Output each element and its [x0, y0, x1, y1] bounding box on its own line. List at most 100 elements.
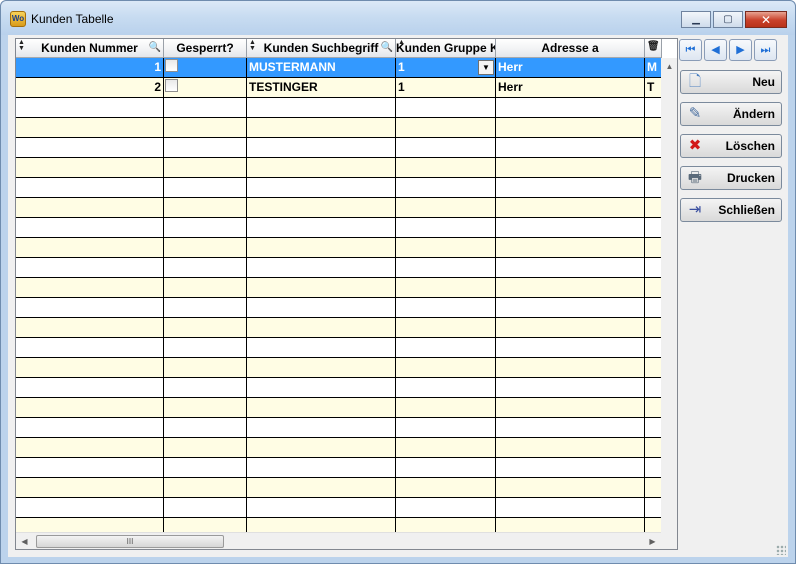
table-row[interactable] [16, 318, 662, 338]
sort-icon[interactable]: ▲ [398, 39, 405, 46]
drucken-button[interactable]: 🖶 Drucken [680, 166, 782, 190]
table-row[interactable] [16, 198, 662, 218]
table-cell[interactable] [496, 318, 645, 337]
table-cell[interactable] [247, 138, 396, 157]
table-cell[interactable] [164, 398, 247, 417]
table-row[interactable]: 1 MUSTERMANN 1 ▼ Herr M [16, 58, 662, 78]
table-cell[interactable] [645, 458, 662, 477]
table-cell[interactable] [247, 458, 396, 477]
table-cell[interactable]: 1 [16, 58, 164, 77]
table-cell[interactable]: MUSTERMANN [247, 58, 396, 77]
table-cell[interactable] [496, 158, 645, 177]
table-cell[interactable] [396, 138, 496, 157]
next-record-button[interactable]: ▶ [729, 39, 752, 61]
table-cell[interactable] [164, 98, 247, 117]
table-cell[interactable] [496, 478, 645, 497]
customer-table[interactable]: Kunden Nummer ▲ ▼ 🔍 Gesperrt? Kunden Suchbegr… [15, 38, 678, 550]
table-cell[interactable] [247, 178, 396, 197]
table-cell[interactable] [496, 98, 645, 117]
resize-grip[interactable] [776, 545, 786, 555]
sort-icon[interactable]: ▲ ▼ [18, 39, 25, 52]
table-row[interactable] [16, 178, 662, 198]
table-cell[interactable] [16, 358, 164, 377]
table-row[interactable] [16, 258, 662, 278]
table-row[interactable]: 2 TESTINGER 1 Herr T [16, 78, 662, 98]
table-cell[interactable] [645, 398, 662, 417]
table-row[interactable] [16, 298, 662, 318]
table-cell[interactable] [396, 498, 496, 517]
table-cell[interactable] [396, 118, 496, 137]
table-cell[interactable] [164, 498, 247, 517]
table-cell[interactable] [164, 338, 247, 357]
table-cell[interactable] [496, 258, 645, 277]
table-cell[interactable] [247, 298, 396, 317]
table-cell[interactable] [164, 438, 247, 457]
table-cell[interactable] [164, 78, 247, 97]
close-button[interactable]: ✕ [745, 11, 787, 28]
table-row[interactable] [16, 378, 662, 398]
last-record-button[interactable]: ⏭ [754, 39, 777, 61]
table-cell[interactable] [645, 238, 662, 257]
table-row[interactable] [16, 398, 662, 418]
table-cell[interactable] [164, 278, 247, 297]
table-cell[interactable] [496, 198, 645, 217]
table-cell[interactable] [496, 138, 645, 157]
minimize-button[interactable]: ▁ [681, 11, 711, 28]
gesperrt-checkbox[interactable] [165, 79, 178, 92]
table-cell[interactable] [164, 198, 247, 217]
table-cell[interactable] [16, 378, 164, 397]
column-header-5[interactable]: 🗑 [645, 39, 662, 58]
search-icon[interactable]: 🔍 [149, 43, 161, 53]
table-cell[interactable] [496, 118, 645, 137]
table-cell[interactable] [16, 138, 164, 157]
table-cell[interactable] [16, 118, 164, 137]
scroll-up-arrow-icon[interactable]: ▲ [661, 58, 677, 75]
table-cell[interactable] [16, 198, 164, 217]
neu-button[interactable]: 🗋 Neu [680, 70, 782, 94]
table-cell[interactable] [164, 118, 247, 137]
table-cell[interactable] [396, 378, 496, 397]
maximize-button[interactable]: ▢ [713, 11, 743, 28]
table-cell[interactable] [645, 138, 662, 157]
table-cell[interactable] [645, 258, 662, 277]
table-cell[interactable] [164, 138, 247, 157]
column-header-1[interactable]: Gesperrt? [164, 39, 247, 58]
table-cell[interactable] [645, 358, 662, 377]
table-cell[interactable] [645, 438, 662, 457]
table-cell[interactable] [247, 338, 396, 357]
trash-icon[interactable]: 🗑 [647, 41, 660, 53]
table-cell[interactable] [396, 218, 496, 237]
table-cell[interactable] [247, 498, 396, 517]
table-cell[interactable] [16, 98, 164, 117]
table-cell[interactable] [16, 478, 164, 497]
sort-icon[interactable]: ▲ ▼ [249, 39, 256, 52]
table-cell[interactable] [16, 418, 164, 437]
table-cell[interactable] [16, 438, 164, 457]
table-cell[interactable] [645, 158, 662, 177]
table-cell[interactable]: TESTINGER [247, 78, 396, 97]
table-cell[interactable] [645, 218, 662, 237]
table-cell[interactable] [396, 338, 496, 357]
table-cell[interactable] [645, 278, 662, 297]
table-cell[interactable] [396, 258, 496, 277]
table-cell[interactable] [396, 158, 496, 177]
table-cell[interactable]: Herr [496, 58, 645, 77]
table-cell[interactable]: 2 [16, 78, 164, 97]
table-cell[interactable] [396, 198, 496, 217]
table-cell[interactable] [396, 418, 496, 437]
table-row[interactable] [16, 158, 662, 178]
table-cell[interactable] [396, 98, 496, 117]
table-cell[interactable] [16, 298, 164, 317]
scroll-right-arrow-icon[interactable]: ▶ [644, 533, 661, 549]
table-row[interactable] [16, 118, 662, 138]
table-cell[interactable] [396, 238, 496, 257]
table-cell[interactable] [164, 218, 247, 237]
table-cell[interactable] [396, 318, 496, 337]
table-cell[interactable] [16, 338, 164, 357]
table-row[interactable] [16, 418, 662, 438]
table-cell[interactable] [396, 278, 496, 297]
table-cell[interactable] [496, 418, 645, 437]
table-cell[interactable] [164, 258, 247, 277]
previous-record-button[interactable]: ◀ [704, 39, 727, 61]
table-cell[interactable] [247, 258, 396, 277]
